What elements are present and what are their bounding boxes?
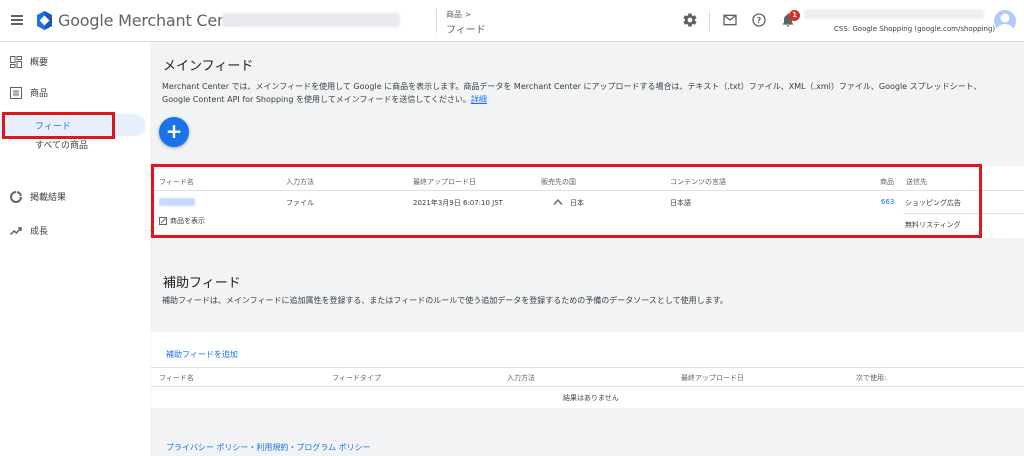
sidebar-item-overview[interactable]: 概要 xyxy=(10,55,48,68)
add-primary-feed-button[interactable]: + xyxy=(159,117,189,147)
primary-feeds-title: メインフィード xyxy=(163,59,254,74)
css-label: CSS: Google Shopping (google.com/shoppin… xyxy=(834,25,996,33)
svg-text:?: ? xyxy=(757,16,762,25)
gear-icon[interactable] xyxy=(682,12,698,28)
primary-feeds-description: Merchant Center では、メインフィードを使用して Google に… xyxy=(162,82,982,104)
supplemental-feeds-title: 補助フィード xyxy=(163,276,241,291)
column-header-feed-type: フィードタイプ xyxy=(332,374,381,382)
breadcrumb-divider xyxy=(436,9,437,33)
sidebar-item-label: 商品 xyxy=(30,89,49,99)
breadcrumb-current: フィード xyxy=(446,25,486,36)
supplemental-feeds-description: 補助フィードは、メインフィードに追加属性を登録する、またはフィードのルールで使う… xyxy=(162,296,728,305)
avatar[interactable] xyxy=(994,10,1016,32)
growth-icon xyxy=(10,226,22,235)
add-supplemental-feed-link[interactable]: 補助フィードを追加 xyxy=(166,349,238,360)
dashboard-icon xyxy=(10,55,22,68)
column-header-used-in: 次で使用: xyxy=(856,374,887,382)
breadcrumb-parent[interactable]: 商品 > xyxy=(446,9,471,20)
toolbar-divider xyxy=(709,11,710,31)
app-title: Google Merchant Center xyxy=(58,11,250,30)
table-header-divider xyxy=(151,386,1024,387)
menu-icon[interactable] xyxy=(11,15,23,25)
sidebar-item-growth[interactable]: 成長 xyxy=(10,224,48,237)
products-icon xyxy=(10,86,22,99)
account-selector[interactable] xyxy=(222,13,400,27)
learn-more-link[interactable]: 詳細 xyxy=(471,95,487,104)
avatar-person-icon xyxy=(997,13,1013,32)
mail-icon[interactable] xyxy=(722,12,738,28)
sidebar-item-products[interactable]: 商品 xyxy=(10,86,48,99)
table-top-divider xyxy=(151,367,1024,368)
help-icon[interactable]: ? xyxy=(751,12,767,28)
top-app-bar: Google Merchant Center 商品 > フィード ? 1 CSS… xyxy=(0,0,1024,42)
sidebar xyxy=(0,42,150,456)
annotation-highlight-table xyxy=(151,164,982,238)
empty-results-message: 結果はありません xyxy=(563,394,619,402)
column-header-feed-name: フィード名 xyxy=(159,374,194,382)
column-header-input-method: 入力方法 xyxy=(507,374,535,382)
sidebar-item-label: 成長 xyxy=(30,227,49,237)
sidebar-item-performance[interactable]: 掲載結果 xyxy=(10,190,66,203)
sidebar-item-label: 概要 xyxy=(30,58,49,68)
notification-count-badge: 1 xyxy=(789,10,800,21)
merchant-center-logo-icon xyxy=(37,11,52,30)
sidebar-item-all-products[interactable]: すべての商品 xyxy=(35,138,88,151)
footer-policy-links[interactable]: プライバシー ポリシー・利用規約・プログラム ポリシー xyxy=(166,442,371,453)
sidebar-item-label: 掲載結果 xyxy=(30,193,67,203)
performance-icon xyxy=(10,190,22,203)
annotation-highlight-sidebar xyxy=(2,112,115,139)
user-email xyxy=(804,9,984,19)
column-header-last-upload: 最終アップロード日 xyxy=(681,374,744,382)
